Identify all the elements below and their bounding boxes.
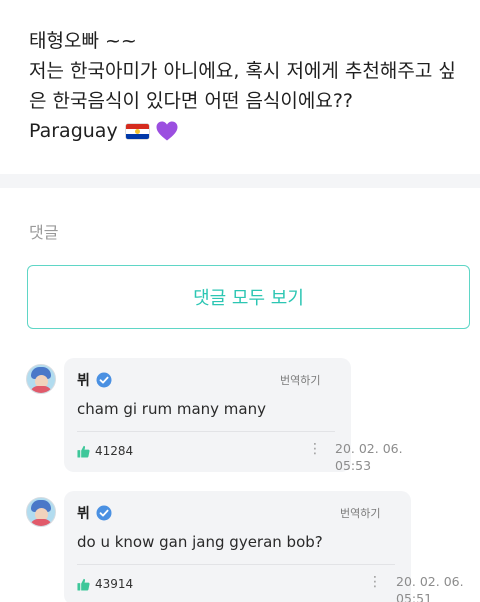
comment-date-time: 05:51	[396, 591, 433, 602]
purple-heart-icon	[156, 121, 178, 141]
comment-separator	[77, 431, 335, 432]
more-options-icon[interactable]: ⋮	[308, 442, 322, 456]
translate-button[interactable]: 번역하기	[280, 372, 320, 388]
comment-date: 20. 02. 06. 05:53	[335, 440, 415, 474]
thumbs-up-icon	[77, 578, 90, 591]
comment-bubble: 뷔 번역하기 do u know gan jang gyeran bob? 43…	[64, 491, 411, 602]
comments-section-label: 댓글	[29, 223, 59, 242]
comment-separator	[77, 564, 395, 565]
author-name: 뷔	[77, 506, 90, 522]
comment-author: 뷔	[77, 370, 112, 390]
comment-text: do u know gan jang gyeran bob?	[77, 533, 323, 551]
more-options-icon[interactable]: ⋮	[368, 575, 382, 589]
comment-item: 뷔 번역하기 do u know gan jang gyeran bob? 43…	[26, 491, 480, 602]
paraguay-flag-icon	[125, 123, 149, 139]
comment-author: 뷔	[77, 503, 112, 523]
fan-post-page: 태형오빠 ~~ 저는 한국아미가 아니에요, 혹시 저에게 추천해주고 싶 은 …	[0, 0, 480, 602]
comment-date-time: 05:53	[335, 458, 372, 473]
comment-date-day: 20. 02. 06.	[335, 441, 403, 456]
like-count: 41284	[95, 444, 134, 458]
post-line-with-emoji: Paraguay	[29, 116, 469, 146]
verified-badge-icon	[96, 505, 112, 521]
comment-date-day: 20. 02. 06.	[396, 574, 464, 589]
avatar[interactable]	[26, 364, 56, 394]
comment-text: cham gi rum many many	[77, 400, 266, 418]
like-button[interactable]: 43914	[77, 577, 133, 591]
avatar[interactable]	[26, 497, 56, 527]
verified-badge-icon	[96, 372, 112, 388]
thumbs-up-icon	[77, 445, 90, 458]
section-divider	[0, 174, 480, 188]
like-count: 43914	[95, 577, 134, 591]
comment-date: 20. 02. 06. 05:51	[396, 573, 476, 602]
translate-button[interactable]: 번역하기	[340, 505, 380, 521]
post-line: 태형오빠 ~~	[29, 30, 137, 52]
post-line: 은 한국음식이 있다면 어떤 음식이에요??	[29, 90, 354, 112]
view-all-comments-label: 댓글 모두 보기	[193, 288, 304, 309]
post-line: 저는 한국아미가 아니에요, 혹시 저에게 추천해주고 싶	[29, 60, 456, 82]
author-name: 뷔	[77, 373, 90, 389]
fan-post: 태형오빠 ~~ 저는 한국아미가 아니에요, 혹시 저에게 추천해주고 싶 은 …	[29, 26, 469, 146]
post-line: Paraguay	[29, 120, 118, 142]
view-all-comments-button[interactable]: 댓글 모두 보기	[27, 265, 470, 329]
comment-item: 뷔 번역하기 cham gi rum many many 41284 ⋮ 20.…	[26, 358, 480, 478]
comment-bubble: 뷔 번역하기 cham gi rum many many 41284 ⋮	[64, 358, 351, 472]
like-button[interactable]: 41284	[77, 444, 133, 458]
